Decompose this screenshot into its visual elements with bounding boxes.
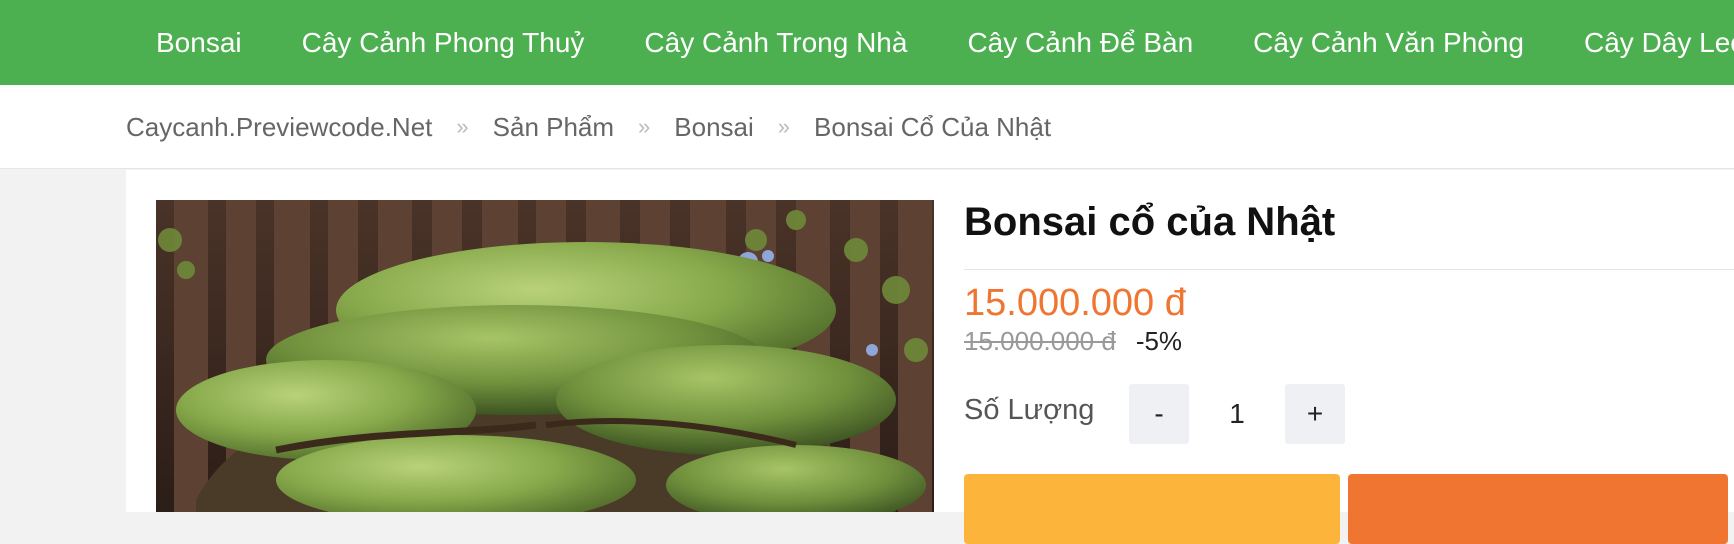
nav-item-van-phong[interactable]: Cây Cảnh Văn Phòng <box>1253 27 1524 59</box>
original-price: 15.000.000 đ <box>964 326 1116 356</box>
nav-item-phong-thuy[interactable]: Cây Cảnh Phong Thuỷ <box>302 27 585 59</box>
buy-now-button[interactable] <box>964 474 1340 544</box>
main-navigation: Bonsai Cây Cảnh Phong Thuỷ Cây Cảnh Tron… <box>0 0 1734 85</box>
breadcrumb-home[interactable]: Caycanh.Previewcode.Net <box>126 112 432 143</box>
old-price-row: 15.000.000 đ -5% <box>964 326 1182 357</box>
product-title: Bonsai cổ của Nhật <box>964 200 1336 244</box>
breadcrumb-separator: » <box>456 114 469 139</box>
product-image[interactable] <box>156 200 934 512</box>
nav-item-trong-nha[interactable]: Cây Cảnh Trong Nhà <box>644 27 907 59</box>
add-to-cart-button[interactable] <box>1348 474 1728 544</box>
title-divider <box>964 269 1734 270</box>
breadcrumb-separator: » <box>638 114 651 139</box>
breadcrumb-products[interactable]: Sản Phẩm <box>493 112 614 143</box>
quantity-label: Số Lượng <box>964 394 1095 426</box>
quantity-decrease-button[interactable]: - <box>1129 384 1189 444</box>
breadcrumb-category[interactable]: Bonsai <box>674 112 754 143</box>
breadcrumb-separator: » <box>777 114 791 139</box>
quantity-input[interactable]: 1 <box>1189 384 1285 444</box>
nav-item-de-ban[interactable]: Cây Cảnh Để Bàn <box>967 27 1193 59</box>
nav-menu: Bonsai Cây Cảnh Phong Thuỷ Cây Cảnh Tron… <box>156 0 1734 85</box>
discount-badge: -5% <box>1135 326 1183 356</box>
breadcrumb-row: Caycanh.Previewcode.Net » Sản Phẩm » Bon… <box>126 85 1051 169</box>
nav-item-day-leo[interactable]: Cây Dây Leo <box>1584 27 1734 59</box>
breadcrumb-current: Bonsai Cổ Của Nhật <box>814 111 1052 142</box>
nav-item-bonsai[interactable]: Bonsai <box>156 27 242 59</box>
quantity-increase-button[interactable]: + <box>1285 384 1345 444</box>
product-price: 15.000.000 đ <box>964 282 1186 324</box>
bonsai-photo <box>156 200 934 512</box>
breadcrumb: Caycanh.Previewcode.Net » Sản Phẩm » Bon… <box>0 85 1734 169</box>
